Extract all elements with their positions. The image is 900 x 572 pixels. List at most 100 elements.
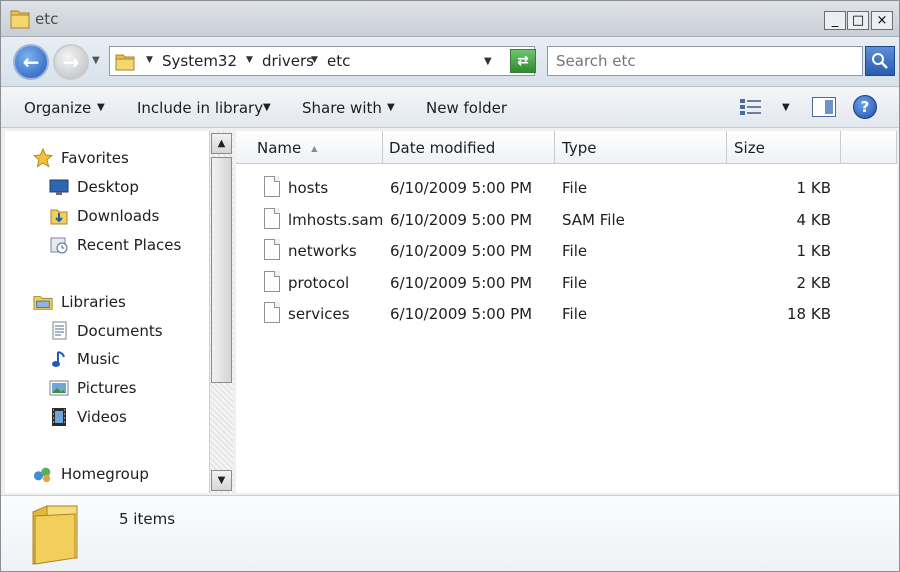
file-icon xyxy=(264,271,280,292)
back-button[interactable]: ← xyxy=(13,44,49,80)
nav-pictures[interactable]: Pictures xyxy=(49,376,136,400)
scroll-down-button[interactable]: ▼ xyxy=(211,470,232,491)
chevron-down-icon[interactable]: ▼ xyxy=(263,102,271,113)
nav-desktop[interactable]: Desktop xyxy=(49,175,139,199)
nav-recent-places[interactable]: Recent Places xyxy=(49,233,181,257)
file-icon xyxy=(264,302,280,323)
nav-label: Desktop xyxy=(77,178,139,196)
file-type: SAM File xyxy=(562,211,625,229)
file-type: File xyxy=(562,242,588,260)
items-count: 5 items xyxy=(119,510,176,528)
file-name: hosts xyxy=(288,179,329,197)
column-header-name[interactable]: Name ▲ xyxy=(236,131,383,164)
breadcrumb-arrow-icon[interactable]: ▼ xyxy=(311,55,318,65)
folder-icon xyxy=(115,54,135,71)
nav-label: Pictures xyxy=(77,379,137,397)
navigation-bar: ← → ▼ ▼ System32 ▼ drivers ▼ etc ▼ ⇄ xyxy=(1,37,899,87)
file-list: Name ▲ Date modified Type Size hosts 6/10… xyxy=(236,131,897,493)
file-type: File xyxy=(562,305,588,323)
star-icon xyxy=(33,148,53,168)
command-bar: Organize ▼ Include in library ▼ Share wi… xyxy=(1,88,899,128)
nav-homegroup[interactable]: Homegroup xyxy=(33,462,149,486)
file-date: 6/10/2009 5:00 PM xyxy=(390,242,533,260)
file-size: 18 KB xyxy=(787,305,831,323)
table-row[interactable]: lmhosts.sam 6/10/2009 5:00 PM SAM File 4… xyxy=(236,205,841,235)
nav-favorites[interactable]: Favorites xyxy=(33,146,129,170)
breadcrumb-item-system32[interactable]: System32 xyxy=(162,52,237,70)
folder-icon xyxy=(32,505,78,565)
breadcrumb-arrow-icon[interactable]: ▼ xyxy=(146,55,153,65)
nav-label: Favorites xyxy=(61,149,129,167)
view-options-dropdown[interactable]: ▼ xyxy=(782,102,790,113)
column-header-size[interactable]: Size xyxy=(727,131,841,164)
organize-button[interactable]: Organize xyxy=(24,99,91,117)
file-name: protocol xyxy=(288,274,350,292)
file-date: 6/10/2009 5:00 PM xyxy=(390,274,533,292)
file-size: 1 KB xyxy=(796,242,831,260)
forward-button[interactable]: → xyxy=(53,44,89,80)
search-icon xyxy=(872,53,888,69)
breadcrumb-item-etc[interactable]: etc xyxy=(327,52,350,70)
address-history-dropdown[interactable]: ▼ xyxy=(484,56,492,67)
new-folder-button[interactable]: New folder xyxy=(426,99,507,117)
file-size: 1 KB xyxy=(796,179,831,197)
nav-label: Videos xyxy=(77,408,127,426)
window-title: etc xyxy=(35,10,59,28)
column-label: Type xyxy=(562,139,597,157)
file-date: 6/10/2009 5:00 PM xyxy=(390,211,533,229)
nav-label: Libraries xyxy=(61,293,126,311)
nav-libraries[interactable]: Libraries xyxy=(33,290,126,314)
recent-pages-dropdown[interactable]: ▼ xyxy=(92,55,100,66)
title-bar[interactable]: etc _ □ × xyxy=(1,1,899,37)
preview-pane-icon[interactable] xyxy=(812,97,836,117)
include-in-library-button[interactable]: Include in library xyxy=(137,99,263,117)
recent-places-icon xyxy=(49,235,69,255)
nav-music[interactable]: Music xyxy=(49,347,120,371)
nav-downloads[interactable]: Downloads xyxy=(49,204,159,228)
nav-label: Music xyxy=(77,350,120,368)
videos-icon xyxy=(49,407,69,427)
address-bar[interactable]: ▼ System32 ▼ drivers ▼ etc ▼ ⇄ xyxy=(109,46,536,76)
scroll-up-button[interactable]: ▲ xyxy=(211,133,232,154)
table-row[interactable]: networks 6/10/2009 5:00 PM File 1 KB xyxy=(236,236,841,266)
file-type: File xyxy=(562,179,588,197)
documents-icon xyxy=(49,321,69,341)
homegroup-icon xyxy=(33,464,53,484)
chevron-down-icon[interactable]: ▼ xyxy=(97,102,105,113)
file-size: 2 KB xyxy=(796,274,831,292)
nav-videos[interactable]: Videos xyxy=(49,405,127,429)
navigation-scrollbar[interactable]: ▲ ▼ xyxy=(209,131,233,493)
breadcrumb-item-drivers[interactable]: drivers xyxy=(262,52,314,70)
file-name: lmhosts.sam xyxy=(288,211,384,229)
close-button[interactable]: × xyxy=(871,11,893,30)
nav-label: Recent Places xyxy=(77,236,182,254)
search-input[interactable] xyxy=(556,52,846,70)
file-date: 6/10/2009 5:00 PM xyxy=(390,179,533,197)
desktop-icon xyxy=(49,177,69,197)
navigation-pane: Favorites Desktop Downloads Recent Place… xyxy=(5,131,210,493)
help-icon[interactable]: ? xyxy=(853,95,877,119)
table-row[interactable]: hosts 6/10/2009 5:00 PM File 1 KB xyxy=(236,173,841,203)
chevron-down-icon[interactable]: ▼ xyxy=(387,102,395,113)
nav-label: Documents xyxy=(77,322,163,340)
file-icon xyxy=(264,239,280,260)
table-row[interactable]: protocol 6/10/2009 5:00 PM File 2 KB xyxy=(236,268,841,298)
change-view-icon[interactable] xyxy=(739,97,763,117)
nav-label: Downloads xyxy=(77,207,160,225)
column-header-filler xyxy=(841,131,897,164)
column-label: Name xyxy=(257,139,302,157)
refresh-button[interactable]: ⇄ xyxy=(510,49,536,73)
search-button[interactable] xyxy=(865,46,895,76)
breadcrumb-arrow-icon[interactable]: ▼ xyxy=(246,55,253,65)
search-box[interactable] xyxy=(547,46,863,76)
table-row[interactable]: services 6/10/2009 5:00 PM File 18 KB xyxy=(236,299,841,329)
column-header-type[interactable]: Type xyxy=(555,131,727,164)
minimize-button[interactable]: _ xyxy=(824,11,846,30)
file-name: networks xyxy=(288,242,357,260)
share-with-button[interactable]: Share with xyxy=(302,99,382,117)
nav-documents[interactable]: Documents xyxy=(49,319,163,343)
file-size: 4 KB xyxy=(796,211,831,229)
column-header-date-modified[interactable]: Date modified xyxy=(383,131,555,164)
maximize-button[interactable]: □ xyxy=(847,11,869,30)
scroll-thumb[interactable] xyxy=(211,157,232,383)
